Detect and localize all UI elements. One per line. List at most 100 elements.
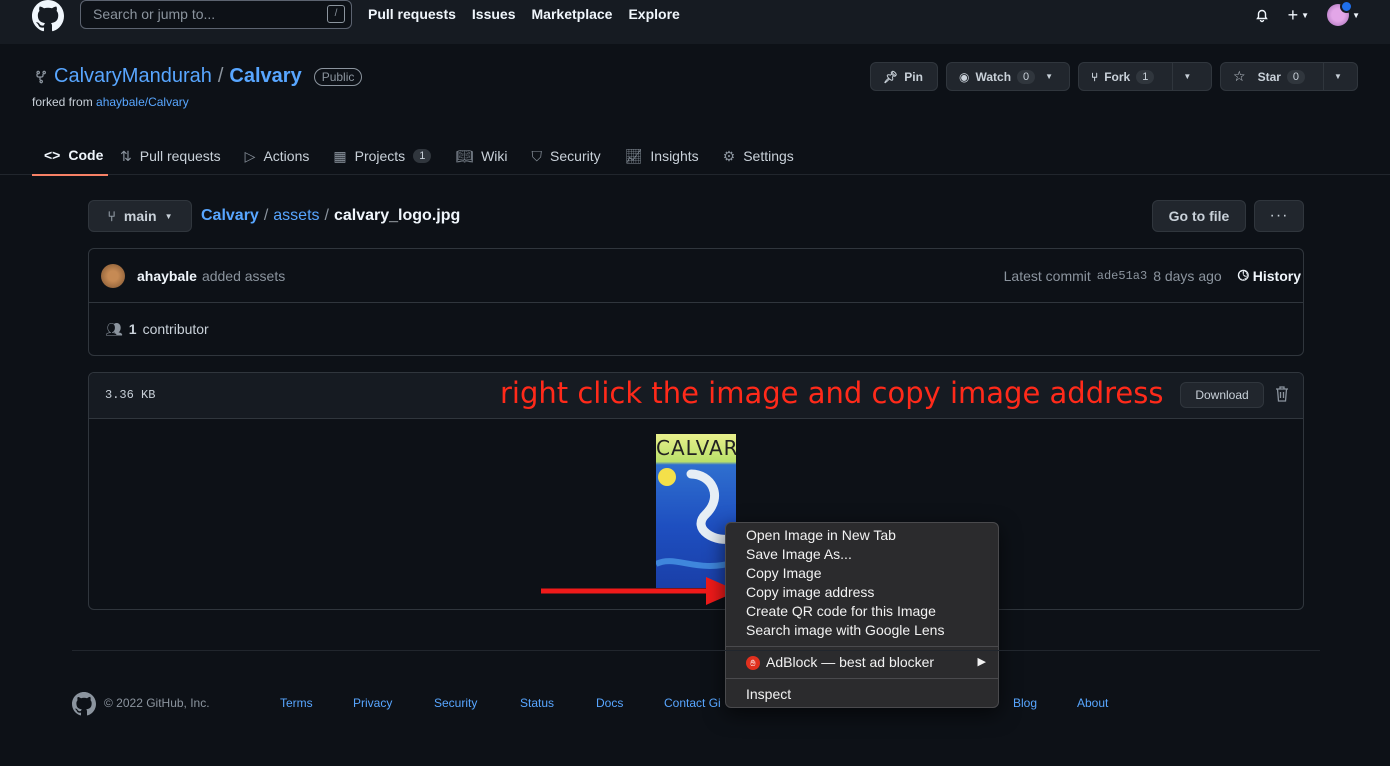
nav-marketplace[interactable]: Marketplace <box>532 6 613 22</box>
star-label: Star <box>1257 69 1281 84</box>
code-icon: <> <box>44 147 61 163</box>
tab-label: Actions <box>263 148 310 164</box>
menu-item-save-image-as[interactable]: Save Image As... <box>726 545 998 564</box>
fork-button[interactable]: ⑂ Fork 1 ▼ <box>1078 62 1212 91</box>
star-icon: ☆ <box>1233 68 1246 84</box>
footer-link-blog[interactable]: Blog <box>1013 696 1037 710</box>
trash-icon[interactable] <box>1274 385 1290 403</box>
tab-wiki[interactable]: 📖︎ Wiki <box>443 136 519 176</box>
repo-title: CalvaryMandurah / Calvary Public <box>32 65 363 88</box>
breadcrumb-file: calvary_logo.jpg <box>333 207 461 224</box>
breadcrumb-separator: / <box>263 207 269 224</box>
fork-icon: ⑂ <box>1091 69 1099 84</box>
create-new-dropdown[interactable]: + ▼ <box>1288 5 1309 26</box>
caret-down-icon: ▼ <box>1183 72 1192 81</box>
menu-item-search-google-lens[interactable]: Search image with Google Lens <box>726 621 998 640</box>
fork-label: Fork <box>1104 69 1131 84</box>
footer-link-privacy[interactable]: Privacy <box>353 696 392 710</box>
search-placeholder: Search or jump to... <box>93 6 216 22</box>
pin-label: Pin <box>904 69 923 84</box>
caret-down-icon: ▼ <box>1301 10 1310 20</box>
pull-request-icon: ⇅ <box>120 147 132 164</box>
download-button[interactable]: Download <box>1180 382 1264 408</box>
footer-link-docs[interactable]: Docs <box>596 696 623 710</box>
tab-insights[interactable]: 📈︎ Insights <box>613 136 711 176</box>
visibility-badge: Public <box>313 67 363 86</box>
tab-projects[interactable]: ▦ Projects 1 <box>321 136 443 176</box>
tab-label: Wiki <box>481 148 508 164</box>
star-dropdown-button[interactable]: ▼ <box>1323 63 1352 90</box>
repo-name-link[interactable]: Calvary <box>229 65 301 88</box>
contributors-label: contributor <box>142 321 209 337</box>
footer-link-terms[interactable]: Terms <box>280 696 313 710</box>
context-menu: Open Image in New Tab Save Image As... C… <box>725 522 999 708</box>
menu-item-copy-image-address[interactable]: Copy image address <box>726 583 998 602</box>
breadcrumb-folder-link[interactable]: assets <box>273 207 319 225</box>
go-to-file-button[interactable]: Go to file <box>1152 200 1246 232</box>
nav-issues[interactable]: Issues <box>472 6 516 22</box>
history-label: History <box>1252 267 1301 284</box>
commit-sha[interactable]: ade51a3 <box>1097 269 1147 283</box>
caret-down-icon[interactable]: ▼ <box>1045 72 1053 81</box>
projects-count: 1 <box>413 149 432 163</box>
menu-item-adblock[interactable]: ✋︎ AdBlock — best ad blocker ▶ <box>726 653 998 672</box>
footer-link-contact[interactable]: Contact Gi <box>664 696 721 710</box>
repo-owner-link[interactable]: CalvaryMandurah <box>54 65 212 88</box>
tab-code[interactable]: <> Code <box>32 136 108 176</box>
repo-forked-icon <box>36 70 46 83</box>
tab-pull-requests[interactable]: ⇅ Pull requests <box>108 136 233 176</box>
commit-author[interactable]: ahaybale <box>137 268 197 284</box>
book-icon: 📖︎ <box>455 147 474 164</box>
nav-pull-requests[interactable]: Pull requests <box>368 6 456 22</box>
menu-separator <box>726 646 998 647</box>
pin-button[interactable]: 📌︎ Pin <box>870 62 938 91</box>
history-link[interactable]: 🕓︎ History <box>1238 267 1301 284</box>
commit-message[interactable]: added assets <box>202 268 285 284</box>
menu-item-open-image-new-tab[interactable]: Open Image in New Tab <box>726 526 998 545</box>
breadcrumb-repo-link[interactable]: Calvary <box>201 207 259 225</box>
github-logo-icon[interactable] <box>72 692 96 716</box>
menu-item-create-qr-code[interactable]: Create QR code for this Image <box>726 602 998 621</box>
watch-button[interactable]: ◉ Watch 0 ▼ <box>946 62 1070 91</box>
avatar[interactable] <box>101 263 125 288</box>
more-options-button[interactable]: ··· <box>1254 200 1304 232</box>
star-button[interactable]: ☆ Star 0 ▼ <box>1220 62 1358 91</box>
footer-link-security[interactable]: Security <box>434 696 477 710</box>
tab-label: Pull requests <box>139 148 221 164</box>
tab-label: Code <box>68 147 104 163</box>
contributors-row[interactable]: 👥︎ 1 contributor <box>89 303 1303 355</box>
menu-item-inspect[interactable]: Inspect <box>726 685 998 704</box>
eye-icon: ◉ <box>959 69 970 84</box>
footer-link-status[interactable]: Status <box>520 696 554 710</box>
user-menu[interactable]: ▼ <box>1327 0 1360 26</box>
branch-selector[interactable]: ⑂ main ▼ <box>88 200 192 232</box>
latest-commit-row: ahaybale added assets Latest commit ade5… <box>89 249 1303 303</box>
tab-settings[interactable]: ⚙ Settings <box>711 136 806 176</box>
tab-label: Settings <box>743 148 794 164</box>
commit-meta: Latest commit ade51a3 8 days ago 🕓︎ Hist… <box>1004 267 1301 284</box>
caret-down-icon: ▼ <box>1352 10 1360 20</box>
repo-tabs: <> Code ⇅ Pull requests ▷ Actions ▦ Proj… <box>32 136 806 176</box>
calvary-logo-image[interactable]: CALVARY <box>656 434 736 588</box>
watch-count: 0 <box>1017 69 1036 84</box>
bell-icon[interactable] <box>1254 7 1270 23</box>
graph-icon: 📈︎ <box>624 147 643 164</box>
branch-name: main <box>123 208 157 224</box>
tab-security[interactable]: ⛉ Security <box>520 136 613 176</box>
play-icon: ▷ <box>244 147 256 164</box>
branch-icon: ⑂ <box>107 208 116 224</box>
forked-from-link[interactable]: ahaybale/Calvary <box>96 95 189 109</box>
github-logo-icon[interactable] <box>32 0 64 32</box>
contributors-count: 1 <box>128 321 137 337</box>
commit-time: 8 days ago <box>1153 267 1222 284</box>
menu-item-copy-image[interactable]: Copy Image <box>726 564 998 583</box>
search-input[interactable]: Search or jump to... / <box>80 0 352 29</box>
tab-actions[interactable]: ▷ Actions <box>233 136 322 176</box>
breadcrumb-separator: / <box>324 207 329 224</box>
star-count: 0 <box>1286 69 1306 84</box>
logo-lettering: CALVARY <box>656 436 736 460</box>
footer-link-about[interactable]: About <box>1077 696 1108 710</box>
breadcrumb: Calvary / assets / calvary_logo.jpg <box>201 207 460 225</box>
fork-dropdown-button[interactable]: ▼ <box>1172 63 1201 90</box>
nav-explore[interactable]: Explore <box>628 6 679 22</box>
